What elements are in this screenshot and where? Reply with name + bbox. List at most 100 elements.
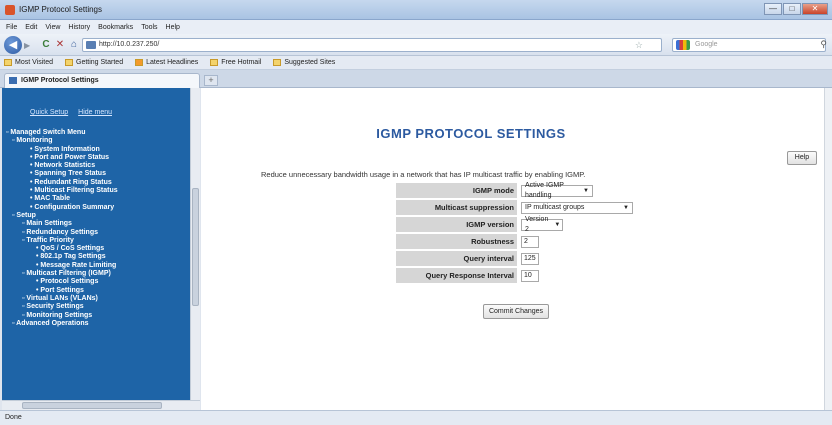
scroll-thumb[interactable] <box>192 188 199 306</box>
scroll-thumb[interactable] <box>22 402 162 409</box>
sidebar-menu-item[interactable]: ▫ Virtual LANs (VLANs) <box>6 295 199 303</box>
sidebar-menu-item[interactable]: ▫ Monitoring <box>6 137 199 145</box>
url-text: http://10.0.237.250/ <box>99 41 160 48</box>
rss-icon <box>135 59 144 66</box>
sidebar-menu-item[interactable]: • Port and Power Status <box>6 154 199 162</box>
menu-help[interactable]: Help <box>166 24 180 31</box>
sidebar-menu-item[interactable]: • Configuration Summary <box>6 204 199 212</box>
firefox-icon <box>5 5 15 15</box>
sidebar-menu-item[interactable]: ▫ Monitoring Settings <box>6 312 199 320</box>
field-label: Multicast suppression <box>396 200 517 215</box>
sidebar-menu-item[interactable]: • 802.1p Tag Settings <box>6 253 199 261</box>
sidebar-menu-item[interactable]: ▫ Advanced Operations <box>6 320 199 328</box>
search-input[interactable]: Google ⚲ <box>672 38 827 52</box>
sidebar-menu-item[interactable]: • Message Rate Limiting <box>6 262 199 270</box>
field-value-cell: 125 <box>517 252 539 265</box>
site-icon <box>86 41 96 49</box>
menu-bookmarks[interactable]: Bookmarks <box>98 24 133 31</box>
sidebar-menu-item[interactable]: ▫ Traffic Priority <box>6 237 199 245</box>
menu-file[interactable]: File <box>6 24 17 31</box>
sidebar-menu-item[interactable]: • Redundant Ring Status <box>6 179 199 187</box>
sidebar-menu-item[interactable]: ▫ Managed Switch Menu <box>6 129 199 137</box>
bookmarks-toolbar: Most Visited Getting Started Latest Head… <box>0 56 832 70</box>
field-value-cell: Active IGMP handling ▼ <box>517 182 593 199</box>
igmp-settings-form: IGMP mode Active IGMP handling ▼ Multicast … <box>396 182 633 285</box>
sidebar-menu-item[interactable]: ▫ Multicast Filtering (IGMP) <box>6 270 199 278</box>
form-row: Query Response Interval 10 <box>396 268 633 283</box>
sidebar-menu-item[interactable]: • Protocol Settings <box>6 278 199 286</box>
field-value-cell: Version 2 ▼ <box>517 216 563 233</box>
tab-igmp-settings[interactable]: IGMP Protocol Settings <box>4 73 200 88</box>
search-placeholder: Google <box>695 41 718 48</box>
sidebar-menu-item[interactable]: • Spanning Tree Status <box>6 170 199 178</box>
form-row: IGMP mode Active IGMP handling ▼ <box>396 182 633 199</box>
back-button[interactable]: ◀ <box>4 36 22 54</box>
tab-bar: IGMP Protocol Settings + <box>0 70 832 88</box>
sidebar-menu-item[interactable]: ▫ Redundancy Settings <box>6 229 199 237</box>
field-input[interactable]: 125 <box>521 252 539 265</box>
field-input[interactable]: 2 <box>521 235 539 248</box>
close-button[interactable]: ✕ <box>802 3 828 15</box>
status-bar: Done <box>0 410 832 425</box>
field-label: IGMP mode <box>396 183 517 198</box>
sidebar-menu-item[interactable]: ▫ Setup <box>6 212 199 220</box>
stop-button[interactable]: ✕ <box>54 39 66 51</box>
field-select[interactable]: Version 2 ▼ <box>521 216 563 233</box>
menu-tools[interactable]: Tools <box>141 24 157 31</box>
help-button[interactable]: Help <box>787 151 817 165</box>
home-button[interactable]: ⌂ <box>68 39 80 51</box>
reload-button[interactable]: C <box>40 39 52 51</box>
menu-bar: File Edit View History Bookmarks Tools H… <box>0 20 832 34</box>
sidebar-menu-item[interactable]: ▫ Security Settings <box>6 303 199 311</box>
form-row: Robustness 2 <box>396 234 633 249</box>
minimize-button[interactable]: — <box>764 3 782 15</box>
bookmark-suggested-sites[interactable]: Suggested Sites <box>273 59 335 66</box>
chevron-down-icon: ▼ <box>623 204 629 211</box>
main-vertical-scrollbar[interactable] <box>824 88 832 410</box>
field-label: Robustness <box>396 234 517 249</box>
sidebar-menu-item[interactable]: • Multicast Filtering Status <box>6 187 199 195</box>
field-value-cell: 2 <box>517 235 539 248</box>
search-icon[interactable]: ⚲ <box>820 38 827 50</box>
bookmark-getting-started[interactable]: Getting Started <box>65 59 123 66</box>
sidebar-menu: Quick Setup Hide menu ▫ Managed Switch M… <box>2 88 200 400</box>
sidebar-menu-item[interactable]: • QoS / CoS Settings <box>6 245 199 253</box>
field-label: Query Response Interval <box>396 268 517 283</box>
field-select[interactable]: Active IGMP handling ▼ <box>521 182 593 199</box>
new-tab-button[interactable]: + <box>204 75 218 86</box>
menu-tree: ▫ Managed Switch Menu ▫ Monitoring • Syste… <box>2 116 199 328</box>
field-value-cell: 10 <box>517 269 539 282</box>
field-input[interactable]: 10 <box>521 269 539 282</box>
page-title: IGMP PROTOCOL SETTINGS <box>376 126 566 141</box>
sidebar-vertical-scrollbar[interactable] <box>190 88 200 400</box>
sidebar-horizontal-scrollbar[interactable] <box>2 400 200 410</box>
quick-setup-link[interactable]: Quick Setup <box>30 109 68 116</box>
field-value-cell: IP multicast groups ▼ <box>517 201 633 214</box>
field-select[interactable]: IP multicast groups ▼ <box>521 201 633 214</box>
form-row: Multicast suppression IP multicast groups… <box>396 200 633 215</box>
hide-menu-link[interactable]: Hide menu <box>78 109 112 116</box>
sidebar-menu-item[interactable]: • MAC Table <box>6 195 199 203</box>
star-icon[interactable]: ☆ <box>635 39 643 51</box>
sidebar-menu-item[interactable]: • Port Settings <box>6 287 199 295</box>
forward-button[interactable]: ▶ <box>24 40 35 51</box>
navigation-toolbar: ◀ ▶ C ✕ ⌂ http://10.0.237.250/ ☆ Google … <box>0 34 832 56</box>
chevron-down-icon: ▼ <box>583 187 589 194</box>
bookmark-most-visited[interactable]: Most Visited <box>4 59 53 66</box>
tab-label: IGMP Protocol Settings <box>21 77 99 84</box>
menu-edit[interactable]: Edit <box>25 24 37 31</box>
sidebar-menu-item[interactable]: • System Information <box>6 146 199 154</box>
chevron-down-icon: ▼ <box>554 221 561 228</box>
menu-view[interactable]: View <box>45 24 60 31</box>
bookmark-latest-headlines[interactable]: Latest Headlines <box>135 59 198 66</box>
address-bar[interactable]: http://10.0.237.250/ ☆ <box>82 38 662 52</box>
sidebar-menu-item[interactable]: • Network Statistics <box>6 162 199 170</box>
maximize-button[interactable]: □ <box>783 3 801 15</box>
select-value: Version 2 <box>525 215 549 233</box>
commit-changes-button[interactable]: Commit Changes <box>483 304 549 319</box>
select-value: Active IGMP handling <box>525 181 564 199</box>
bookmark-free-hotmail[interactable]: Free Hotmail <box>210 59 261 66</box>
form-row: IGMP version Version 2 ▼ <box>396 216 633 233</box>
sidebar-menu-item[interactable]: ▫ Main Settings <box>6 220 199 228</box>
menu-history[interactable]: History <box>68 24 90 31</box>
